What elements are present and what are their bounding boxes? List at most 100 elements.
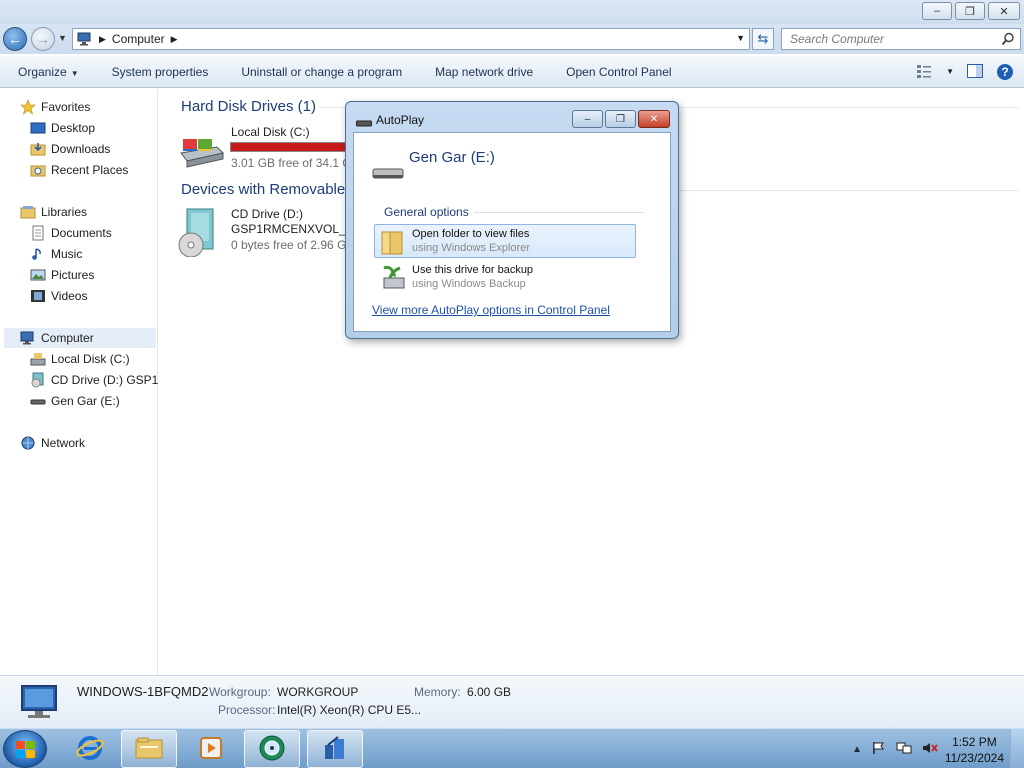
nav-computer[interactable]: Computer — [4, 328, 156, 348]
map-network-drive-button[interactable]: Map network drive — [417, 65, 548, 79]
forward-button[interactable]: → — [31, 27, 55, 51]
address-bar[interactable]: ▶ Computer ▶ ▼ — [72, 28, 750, 50]
chevron-down-icon: ▼ — [70, 68, 79, 78]
backup-drive-title: Use this drive for backup — [412, 264, 534, 276]
removable-devices-header[interactable]: Devices with Removable — [181, 181, 345, 198]
search-input[interactable]: Search Computer — [781, 28, 1021, 50]
start-button[interactable] — [3, 730, 47, 768]
autoplay-body: Gen Gar (E:) General options Open folder… — [353, 132, 671, 332]
refresh-icon: ⇆ — [757, 31, 769, 46]
removable-drive-icon — [372, 166, 404, 180]
minimize-icon: – — [933, 5, 941, 17]
nav-documents[interactable]: Documents — [30, 223, 112, 243]
dialog-controls: – ❐ ✕ — [572, 110, 670, 128]
search-icon[interactable] — [1001, 32, 1015, 46]
nav-cd-drive[interactable]: CD Drive (D:) GSP1R — [30, 370, 167, 390]
nav-favorites[interactable]: Favorites — [20, 97, 90, 117]
recent-pages-dropdown[interactable]: ▼ — [58, 33, 67, 43]
view-dropdown-icon[interactable]: ▼ — [946, 67, 954, 76]
nav-gen-gar[interactable]: Gen Gar (E:) — [30, 391, 120, 411]
restore-button[interactable]: ❐ — [955, 2, 985, 20]
dialog-minimize-button[interactable]: – — [572, 110, 603, 128]
nav-recent-places[interactable]: Recent Places — [30, 160, 128, 180]
nav-network[interactable]: Network — [20, 433, 85, 453]
minimize-button[interactable]: – — [922, 2, 952, 20]
volume-muted-icon[interactable] — [922, 741, 938, 758]
nav-network-label: Network — [41, 436, 86, 450]
forward-arrow-icon: → — [36, 31, 50, 47]
organize-label: Organize — [18, 64, 67, 79]
nav-gen-gar-label: Gen Gar (E:) — [51, 394, 120, 408]
back-arrow-icon: ← — [8, 31, 22, 47]
open-control-panel-button[interactable]: Open Control Panel — [548, 65, 686, 79]
network-status-icon[interactable] — [896, 741, 912, 758]
nav-pictures[interactable]: Pictures — [30, 265, 94, 285]
back-button[interactable]: ← — [3, 27, 27, 51]
cd-drive-icon — [177, 207, 217, 258]
breadcrumb-chevron-icon[interactable]: ▶ — [171, 34, 178, 45]
restore-icon: ❐ — [965, 5, 975, 18]
refresh-button[interactable]: ⇆ — [752, 28, 774, 50]
nav-desktop-label: Desktop — [51, 121, 96, 135]
desktop-icon — [30, 120, 46, 136]
processor-value: Intel(R) Xeon(R) CPU E5... — [277, 703, 422, 717]
hard-disk-drives-header[interactable]: Hard Disk Drives (1) — [181, 98, 316, 115]
autoplay-icon — [257, 733, 287, 766]
system-properties-button[interactable]: System properties — [94, 65, 224, 79]
action-center-flag-icon[interactable] — [872, 741, 886, 758]
window-controls: – ❐ ✕ — [922, 2, 1020, 20]
processor-label: Processor: — [218, 703, 276, 717]
uninstall-program-button[interactable]: Uninstall or change a program — [223, 65, 417, 79]
preview-pane-icon[interactable] — [966, 63, 984, 79]
nav-music[interactable]: Music — [30, 244, 82, 264]
breadcrumb-computer[interactable]: Computer — [112, 32, 165, 46]
windows-logo-icon — [16, 741, 36, 759]
general-options-header: General options — [384, 205, 469, 219]
taskbar-media-player[interactable] — [183, 730, 239, 768]
hard-drive-icon — [177, 133, 225, 169]
removable-drive-icon — [30, 393, 46, 409]
computer-name: WINDOWS-1BFQMD2 — [77, 684, 209, 699]
workgroup-label: Workgroup: — [209, 685, 271, 699]
cd-drive-name: CD Drive (D:) — [231, 207, 303, 221]
dialog-restore-button[interactable]: ❐ — [605, 110, 636, 128]
internet-explorer-icon — [75, 733, 105, 766]
cd-drive-free-space: 0 bytes free of 2.96 GB — [231, 238, 355, 252]
clock-date: 11/23/2024 — [944, 751, 1004, 765]
nav-libraries[interactable]: Libraries — [20, 202, 87, 222]
view-controls: ▼ ? — [916, 63, 1014, 80]
taskbar-windows-explorer[interactable] — [121, 730, 177, 768]
more-autoplay-options-link[interactable]: View more AutoPlay options in Control Pa… — [372, 303, 610, 317]
help-icon[interactable]: ? — [996, 63, 1014, 80]
show-hidden-icons-icon[interactable]: ▲ — [852, 744, 862, 755]
taskbar-network-app[interactable] — [307, 730, 363, 768]
pictures-icon — [30, 267, 46, 283]
organize-menu[interactable]: Organize ▼ — [0, 65, 94, 79]
address-row: ← → ▼ ▶ Computer ▶ ▼ ⇆ Search Computer — [0, 24, 1024, 54]
taskbar: ▲ 1:52 PM 11/23/2024 — [0, 728, 1024, 768]
show-desktop-button[interactable] — [1010, 729, 1024, 768]
change-view-icon[interactable] — [916, 63, 934, 79]
nav-documents-label: Documents — [51, 226, 112, 240]
nav-local-disk[interactable]: Local Disk (C:) — [30, 349, 130, 369]
dialog-close-button[interactable]: ✕ — [638, 110, 670, 128]
clock[interactable]: 1:52 PM 11/23/2024 — [945, 734, 1004, 766]
nav-libraries-label: Libraries — [41, 205, 88, 219]
backup-icon — [378, 264, 406, 292]
nav-downloads[interactable]: Downloads — [30, 139, 110, 159]
breadcrumb-separator-icon[interactable]: ▶ — [99, 34, 106, 45]
documents-icon — [30, 225, 46, 241]
backup-drive-option[interactable]: Use this drive for backup using Windows … — [374, 260, 636, 294]
open-folder-title: Open folder to view files — [412, 228, 530, 240]
autoplay-device-name: Gen Gar (E:) — [409, 149, 495, 166]
removable-drive-icon — [356, 117, 372, 127]
search-placeholder: Search Computer — [790, 32, 885, 46]
nav-videos[interactable]: Videos — [30, 286, 87, 306]
open-folder-option[interactable]: Open folder to view files using Windows … — [374, 224, 636, 258]
taskbar-internet-explorer[interactable] — [62, 730, 118, 768]
nav-desktop[interactable]: Desktop — [30, 118, 95, 138]
computer-icon — [18, 684, 62, 722]
taskbar-autoplay[interactable] — [244, 730, 300, 768]
address-dropdown-icon[interactable]: ▼ — [736, 33, 745, 43]
close-button[interactable]: ✕ — [988, 2, 1020, 20]
